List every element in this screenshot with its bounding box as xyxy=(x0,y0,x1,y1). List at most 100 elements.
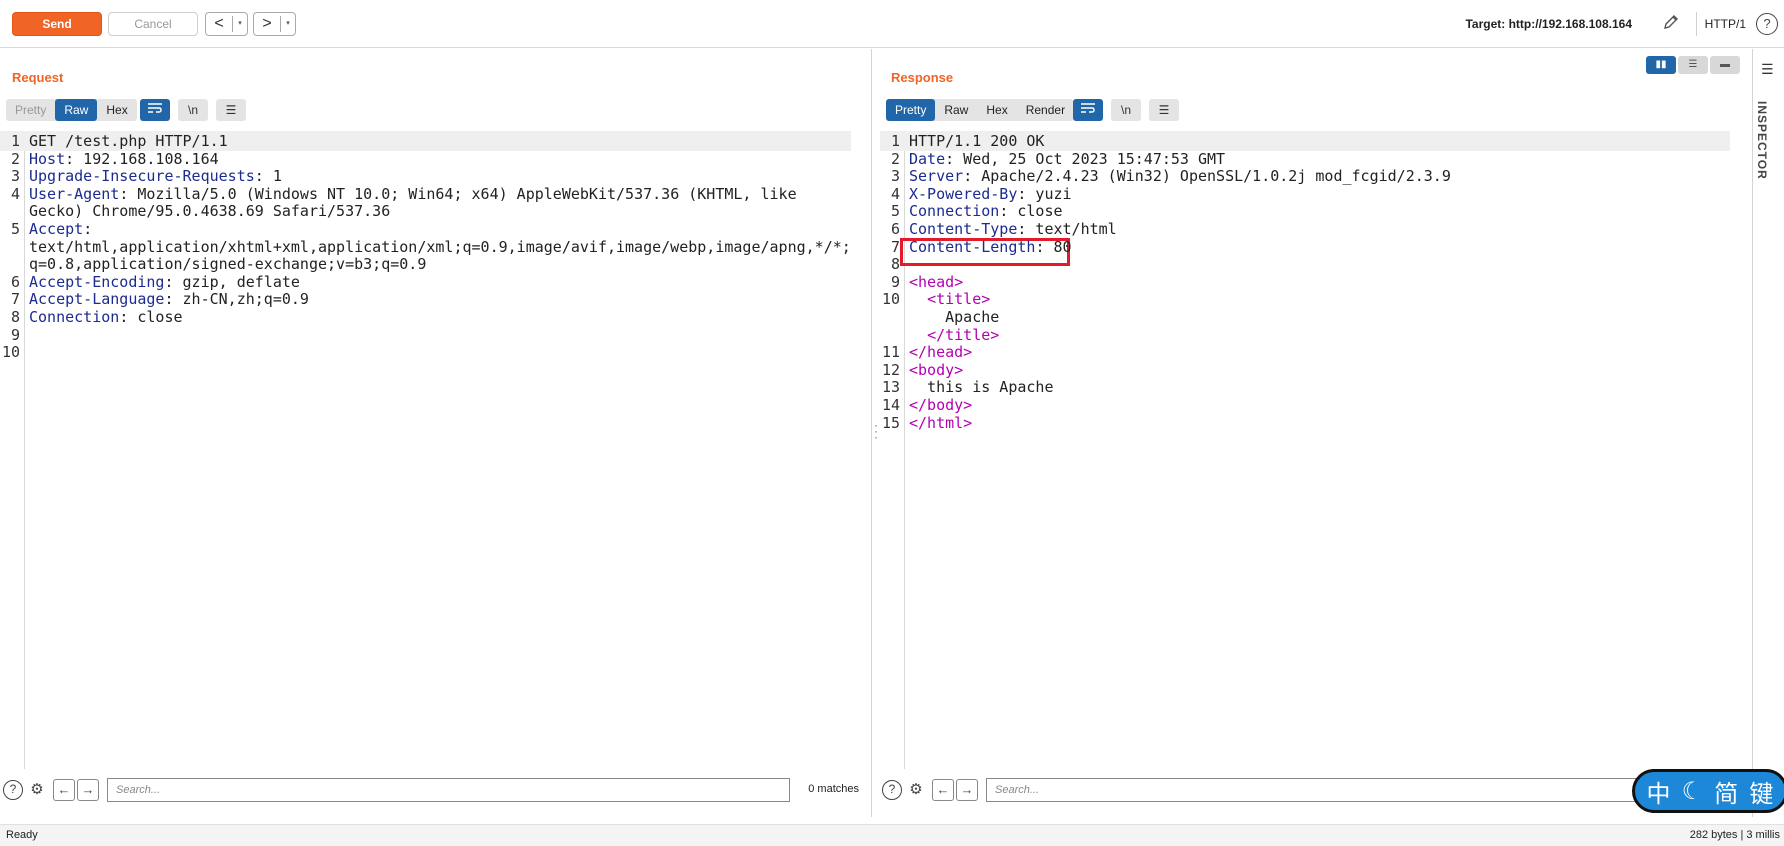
code-line: 10 xyxy=(0,342,851,362)
header-value: : zh-CN,zh;q=0.9 xyxy=(164,290,309,309)
html-tag-text: </body> xyxy=(909,396,973,414)
menu-icon[interactable]: ☰ xyxy=(216,99,246,121)
response-view-tabs: Pretty Raw Hex Render xyxy=(886,99,1075,121)
header-value: text/html,application/xhtml+xml,applicat… xyxy=(29,237,851,256)
chevron-down-icon[interactable]: ▾ xyxy=(280,16,295,32)
layout-toggle-group: ▮▮ ☰ ▬ xyxy=(1646,56,1740,74)
show-newlines-button[interactable]: \n xyxy=(1111,99,1141,121)
header-value: : xyxy=(83,220,93,238)
layout-tabs-icon[interactable]: ▬ xyxy=(1710,56,1740,74)
html-tag-text: </html> xyxy=(909,413,973,432)
response-editor[interactable]: 1 HTTP/1.1 200 OK 2 Date: Wed, 25 Oct 2023 … xyxy=(880,131,1750,769)
header-value: : Mozilla/5.0 (Windows NT 10.0; Win64; x… xyxy=(119,184,797,203)
tab-hex[interactable]: Hex xyxy=(977,99,1016,121)
html-tag-text: <head> xyxy=(909,272,964,291)
menu-icon[interactable]: ☰ xyxy=(1149,99,1179,121)
arrow-right-icon[interactable]: → xyxy=(956,779,978,801)
menu-icon[interactable]: ☰ xyxy=(1761,61,1774,78)
arrow-left-icon[interactable]: ← xyxy=(932,779,954,801)
header-value: : text/html xyxy=(1017,220,1117,238)
status-text: Ready xyxy=(6,829,38,841)
target-label: Target: http://192.168.108.164 xyxy=(1465,17,1632,31)
wrap-lines-icon[interactable] xyxy=(1073,99,1103,121)
request-view-tabs: Pretty Raw Hex xyxy=(6,99,137,121)
chevron-right-icon: > xyxy=(262,15,272,32)
header-value: : Apache/2.4.23 (Win32) OpenSSL/1.0.2j m… xyxy=(963,167,1451,186)
forward-button[interactable]: > ▾ xyxy=(253,12,296,36)
header-value: : yuzi xyxy=(1017,184,1072,203)
body-text-value: this is Apache xyxy=(927,378,1054,397)
layout-side-by-side-icon[interactable]: ▮▮ xyxy=(1646,56,1676,74)
ime-toolbar[interactable]: 中 ☾ 简键 xyxy=(1632,769,1784,813)
http-version-toggle[interactable]: HTTP/1 xyxy=(1705,17,1746,31)
response-stats: 282 bytes | 3 millis xyxy=(1689,829,1780,841)
help-icon[interactable]: ? xyxy=(882,780,902,800)
header-value: q=0.8,application/signed-exchange;v=b3;q… xyxy=(29,255,427,274)
request-search-input[interactable]: Search... xyxy=(107,778,790,802)
html-tag-text: <title> xyxy=(927,290,991,309)
edit-target-pencil-icon[interactable] xyxy=(1660,13,1682,35)
request-panel: Request Pretty Raw Hex \n ☰ 1 GET /test.php… xyxy=(0,49,872,817)
layout-stacked-icon[interactable]: ☰ xyxy=(1678,56,1708,74)
wrap-lines-icon[interactable] xyxy=(140,99,170,121)
tab-hex[interactable]: Hex xyxy=(97,99,136,121)
html-tag-text: <body> xyxy=(909,360,964,379)
header-value: : 80 xyxy=(1035,237,1072,256)
tab-render[interactable]: Render xyxy=(1017,99,1074,121)
line-number: 10 xyxy=(1,343,20,362)
tab-pretty[interactable]: Pretty xyxy=(886,99,936,121)
code-line: 15 </html> xyxy=(880,413,1730,433)
send-button[interactable]: Send xyxy=(12,12,102,36)
toolbar-divider xyxy=(1696,12,1697,36)
chevron-left-icon: < xyxy=(214,15,224,32)
ime-char[interactable]: ☾ xyxy=(1682,777,1704,806)
show-newlines-button[interactable]: \n xyxy=(178,99,208,121)
header-key: Connection xyxy=(29,308,120,326)
back-button[interactable]: < ▾ xyxy=(205,12,248,36)
header-value: : 1 xyxy=(254,167,282,186)
request-title: Request xyxy=(12,70,64,85)
status-bar: Ready 282 bytes | 3 millis xyxy=(0,824,1784,846)
plain-line xyxy=(24,342,29,362)
gear-icon[interactable]: ⚙ xyxy=(905,779,927,801)
response-search-input[interactable]: Search... xyxy=(986,778,1706,802)
header-value: : gzip, deflate xyxy=(164,272,300,291)
header-key: Accept-Language xyxy=(29,290,165,309)
gear-icon[interactable]: ⚙ xyxy=(26,779,48,801)
header-key: Upgrade-Insecure-Requests xyxy=(29,167,255,186)
header-key: Content-Type xyxy=(909,220,1018,238)
header-key: Connection xyxy=(909,202,1000,221)
header-key: Accept-Encoding xyxy=(29,272,165,291)
html-tag-text: </title> xyxy=(927,325,1000,344)
header-value: GET /test.php HTTP/1.1 xyxy=(29,132,228,150)
html-tag-text: </head> xyxy=(909,343,973,362)
header-key: Host xyxy=(29,149,66,168)
ime-char[interactable]: 键 xyxy=(1749,774,1773,809)
body-text-value: Apache xyxy=(945,308,1000,326)
help-icon[interactable]: ? xyxy=(1756,13,1778,35)
inspector-tab[interactable]: INSPECTOR xyxy=(1755,101,1769,180)
request-search-bar: ? ⚙ ← → Search... 0 matches xyxy=(0,777,871,803)
panel-resize-handle[interactable]: · · · xyxy=(872,419,880,443)
chevron-down-icon[interactable]: ▾ xyxy=(232,16,247,32)
header-key: Accept xyxy=(29,220,84,238)
tab-raw[interactable]: Raw xyxy=(55,99,98,121)
header-value: : close xyxy=(999,202,1063,221)
help-icon[interactable]: ? xyxy=(3,780,23,800)
header-key: User-Agent xyxy=(29,184,120,203)
top-toolbar: Send Cancel < ▾ > ▾ Target: http://192.1… xyxy=(0,0,1784,48)
cancel-button[interactable]: Cancel xyxy=(108,12,198,36)
tab-raw[interactable]: Raw xyxy=(935,99,977,121)
ime-char[interactable]: 中 xyxy=(1647,774,1671,809)
header-value: HTTP/1.1 200 OK xyxy=(909,132,1045,150)
header-value: : 192.168.108.164 xyxy=(65,149,219,168)
arrow-left-icon[interactable]: ← xyxy=(53,779,75,801)
request-editor[interactable]: 1 GET /test.php HTTP/1.1 2 Host: 192.168.10… xyxy=(0,131,871,769)
ime-char[interactable]: 简 xyxy=(1714,774,1738,809)
arrow-right-icon[interactable]: → xyxy=(77,779,99,801)
tab-pretty[interactable]: Pretty xyxy=(6,99,55,121)
